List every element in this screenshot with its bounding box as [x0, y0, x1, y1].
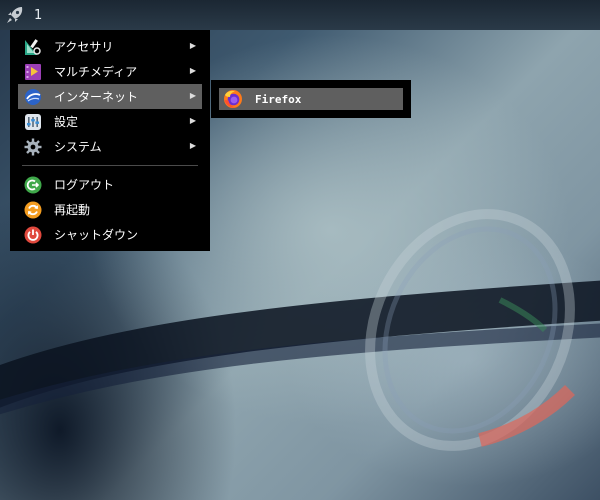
firefox-icon	[223, 89, 243, 109]
menu-item-logout[interactable]: ログアウト	[18, 172, 202, 197]
submenu-arrow-icon: ▶	[189, 141, 196, 150]
accessories-icon	[23, 37, 43, 57]
submenu-item-label: Firefox	[255, 92, 302, 106]
menu-item-system[interactable]: システム ▶	[18, 134, 202, 159]
menu-item-settings[interactable]: 設定 ▶	[18, 109, 202, 134]
menu-item-label: 再起動	[54, 203, 91, 217]
menu-item-label: アクセサリ	[54, 40, 114, 54]
submenu-arrow-icon: ▶	[189, 91, 196, 100]
submenu-arrow-icon: ▶	[189, 66, 196, 75]
menu-item-label: ログアウト	[54, 178, 115, 192]
submenu-arrow-icon: ▶	[189, 41, 196, 50]
menu-item-shutdown[interactable]: シャットダウン	[18, 222, 202, 247]
menu-item-restart[interactable]: 再起動	[18, 197, 202, 222]
menu-item-label: 設定	[54, 115, 79, 129]
submenu-arrow-icon: ▶	[189, 116, 196, 125]
multimedia-icon	[23, 62, 43, 82]
menu-item-internet[interactable]: インターネット ▶	[18, 84, 202, 109]
menu-item-accessories[interactable]: アクセサリ ▶	[18, 34, 202, 59]
shutdown-icon	[23, 225, 43, 245]
top-panel: 1	[0, 0, 600, 30]
restart-icon	[23, 200, 43, 220]
internet-icon	[23, 87, 43, 107]
workspace-indicator[interactable]: 1	[34, 8, 42, 23]
menu-item-label: シャットダウン	[54, 228, 139, 242]
menu-item-label: インターネット	[54, 90, 139, 104]
app-menu-launcher[interactable]	[0, 0, 30, 30]
application-menu: アクセサリ ▶ マルチメディア ▶ インターネット ▶ 設定 ▶ システム ▶ …	[10, 30, 210, 251]
internet-submenu: Firefox	[211, 80, 411, 118]
submenu-item-firefox[interactable]: Firefox	[219, 88, 403, 110]
logout-icon	[23, 175, 43, 195]
menu-item-label: システム	[54, 140, 102, 154]
system-gear-icon	[23, 137, 43, 157]
settings-icon	[23, 112, 43, 132]
menu-separator	[22, 165, 198, 166]
menu-item-label: マルチメディア	[54, 65, 138, 79]
menu-item-multimedia[interactable]: マルチメディア ▶	[18, 59, 202, 84]
rocket-icon	[7, 7, 23, 23]
